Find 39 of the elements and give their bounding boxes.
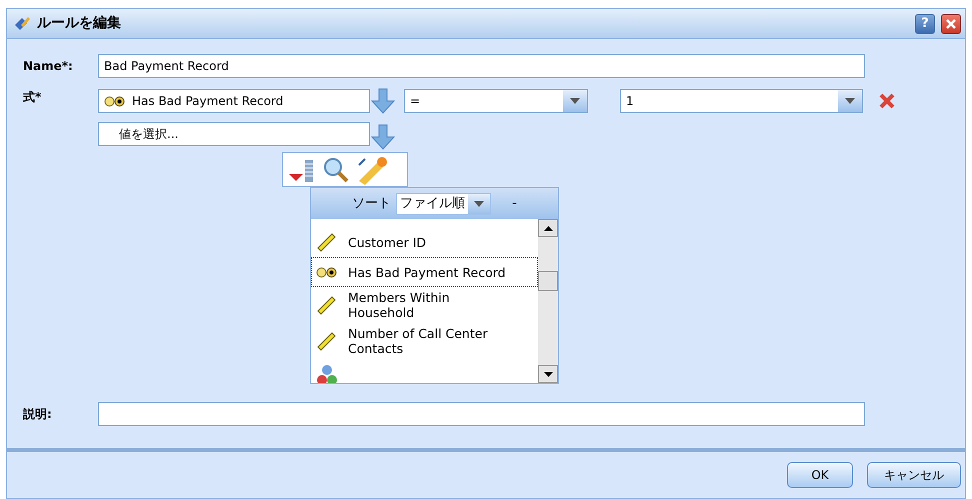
search-icon[interactable] (321, 156, 351, 184)
dialog-button[interactable]: キャンセル (867, 462, 961, 488)
scrollbar[interactable] (538, 219, 558, 383)
delete-icon[interactable] (879, 93, 895, 109)
flag-field-icon (316, 266, 338, 278)
description-field[interactable] (98, 402, 865, 426)
value-dropdown[interactable]: 1 (620, 89, 863, 113)
operator-dropdown[interactable]: = (404, 89, 588, 113)
down-arrow-icon[interactable] (370, 88, 396, 114)
close-button[interactable] (941, 14, 961, 34)
field-list-item[interactable]: Customer ID (311, 227, 538, 257)
caret-icon (474, 200, 484, 206)
dialog-button[interactable]: OK (787, 462, 853, 488)
flag-field-icon (104, 96, 126, 106)
field-list-item[interactable]: Members Within Household (311, 287, 538, 323)
close-icon (945, 18, 957, 30)
ruler-icon (316, 232, 338, 252)
scroll-thumb[interactable] (538, 271, 558, 291)
ruler-icon (316, 331, 338, 351)
sort-label: ソート (352, 194, 392, 213)
field-list-item[interactable]: Has Bad Payment Record (311, 257, 538, 287)
scroll-down-icon[interactable] (544, 372, 552, 376)
scroll-up-icon[interactable] (544, 226, 552, 230)
sort-dropdown[interactable]: ファイル順 (396, 192, 492, 214)
caret-icon (570, 98, 580, 104)
field-list-item[interactable]: Number of Call Center Contacts (311, 323, 538, 359)
pencil-book-icon (13, 14, 31, 32)
collapse-toggle[interactable]: - (512, 194, 517, 214)
name-field[interactable]: Bad Payment Record (98, 54, 865, 78)
value-picker-field[interactable]: 値を選択... (98, 122, 370, 146)
field-label: 説明: (22, 406, 53, 423)
window-title: ルールを編集 (37, 14, 122, 33)
field-label: Name*: (22, 58, 74, 75)
caret-icon (845, 98, 855, 104)
field-input[interactable]: Has Bad Payment Record (98, 89, 370, 113)
down-arrow-icon[interactable] (370, 124, 396, 150)
people-icon (316, 364, 338, 383)
field-label: 式* (22, 89, 42, 106)
ruler-icon (316, 295, 338, 315)
